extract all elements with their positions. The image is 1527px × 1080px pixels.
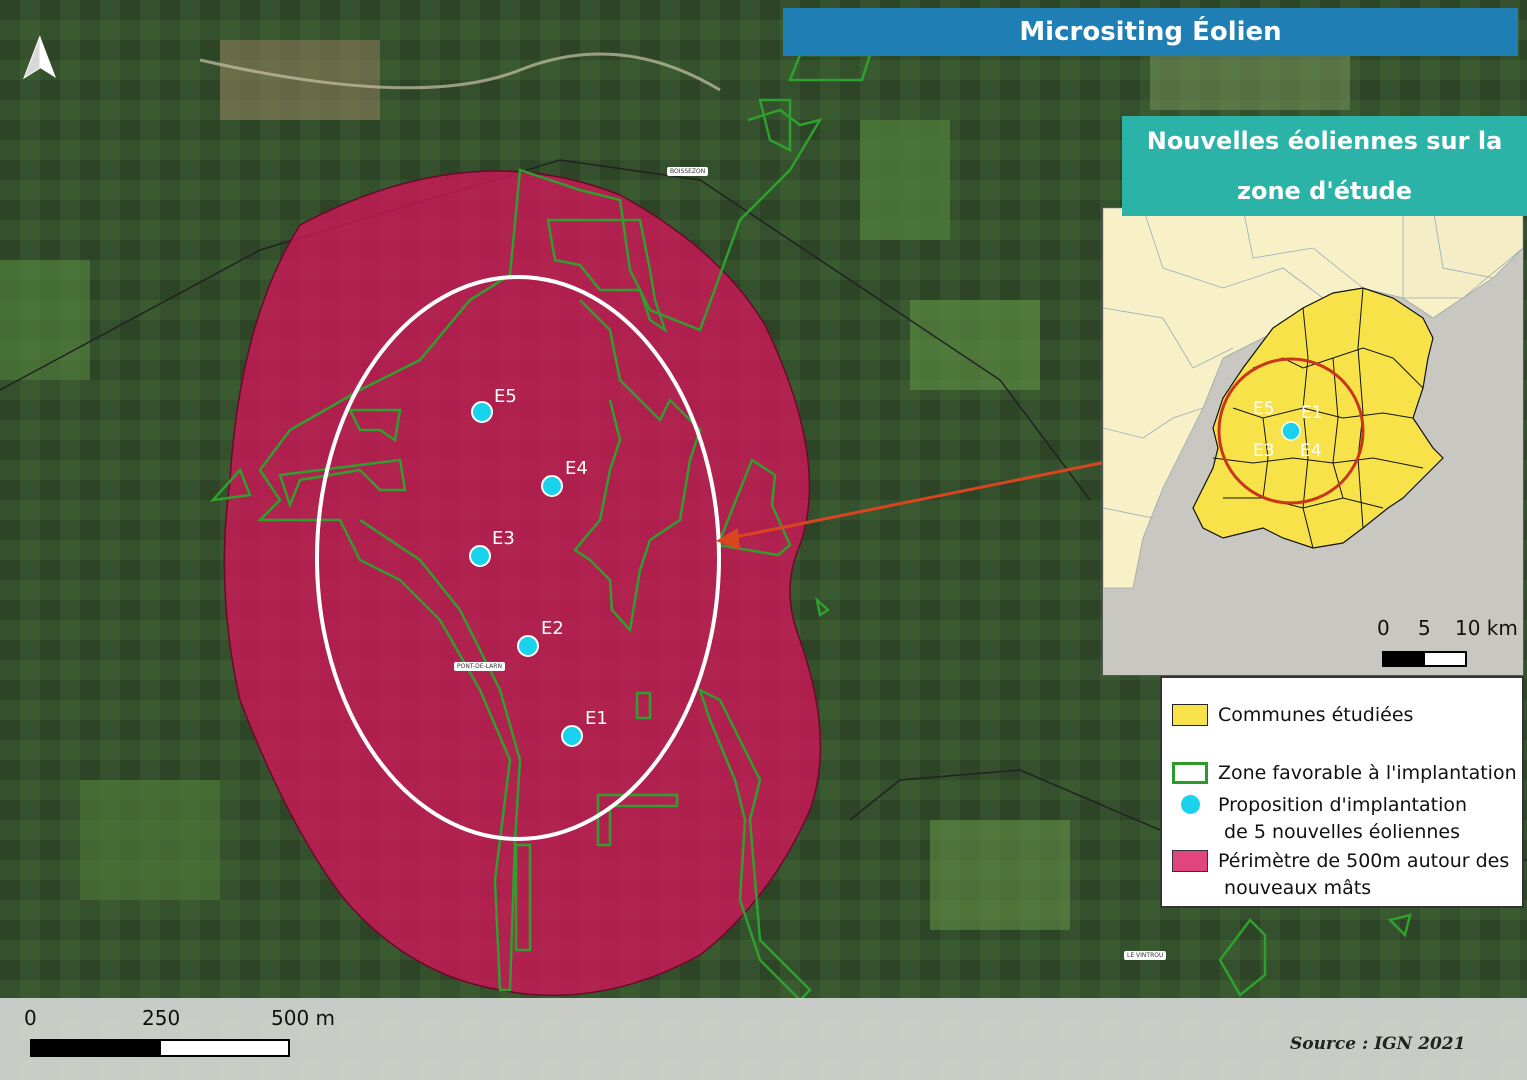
- scale-label: 0: [24, 1006, 37, 1030]
- inset-scale-bar: [1382, 651, 1425, 667]
- scale-label: 250: [142, 1006, 181, 1030]
- legend: Communes étudiées Zone favorable à l'imp…: [1160, 676, 1524, 908]
- inset-turbine-label: E4: [1300, 441, 1322, 461]
- turbine-label-e2: E2: [541, 618, 564, 639]
- field-patch: [80, 780, 220, 900]
- field-patch: [0, 260, 90, 380]
- inset-scale-label: 0: [1377, 616, 1390, 640]
- place-label-boissezon: BOISSEZON: [667, 167, 709, 176]
- legend-swatch-communes: [1172, 704, 1208, 726]
- legend-label: Communes étudiées: [1218, 704, 1414, 726]
- inset-turbine-label: E1: [1301, 403, 1323, 423]
- turbine-label-e5: E5: [494, 386, 517, 407]
- inset-title-line1: Nouvelles éoliennes sur la: [1146, 127, 1503, 155]
- turbine-marker-e4: [541, 475, 563, 497]
- turbine-marker-e2: [517, 635, 539, 657]
- inset-turbine-label: E5: [1253, 399, 1275, 419]
- turbine-label-e3: E3: [492, 528, 515, 549]
- legend-swatch-perimeter: [1172, 850, 1208, 872]
- field-patch: [930, 820, 1070, 930]
- source-credit: Source : IGN 2021: [1290, 1034, 1466, 1054]
- scale-label: 500 m: [271, 1006, 336, 1030]
- legend-label: Zone favorable à l'implantation: [1218, 762, 1517, 784]
- inset-title-line2: zone d'étude: [1237, 177, 1412, 205]
- field-patch: [910, 300, 1040, 390]
- turbine-label-e1: E1: [585, 708, 608, 729]
- inset-title: Nouvelles éoliennes sur la zone d'étude: [1122, 116, 1527, 216]
- legend-label: Proposition d'implantation de 5 nouvelle…: [1218, 794, 1468, 843]
- place-label-le-vintrou: LE VINTROU: [1124, 951, 1167, 960]
- field-patch: [860, 120, 950, 240]
- inset-scale-label: 5: [1418, 616, 1431, 640]
- inset-turbine-marker: [1281, 421, 1301, 441]
- legend-swatch-zone: [1172, 762, 1208, 784]
- inset-scale-label: 10 km: [1455, 616, 1518, 640]
- place-label-pont-de-larn: PONT-DE-LARN: [454, 662, 505, 671]
- legend-swatch-turbine: [1181, 795, 1200, 814]
- north-arrow-icon: [23, 35, 56, 80]
- legend-label: Périmètre de 500m autour des nouveaux mâ…: [1218, 850, 1510, 899]
- inset-turbine-label: E3: [1253, 441, 1275, 461]
- map-title: Micrositing Éolien: [783, 8, 1518, 56]
- turbine-marker-e3: [469, 545, 491, 567]
- inset-scale-bar: [1423, 651, 1467, 667]
- turbine-label-e4: E4: [565, 458, 588, 479]
- turbine-marker-e1: [561, 725, 583, 747]
- turbine-marker-e5: [471, 401, 493, 423]
